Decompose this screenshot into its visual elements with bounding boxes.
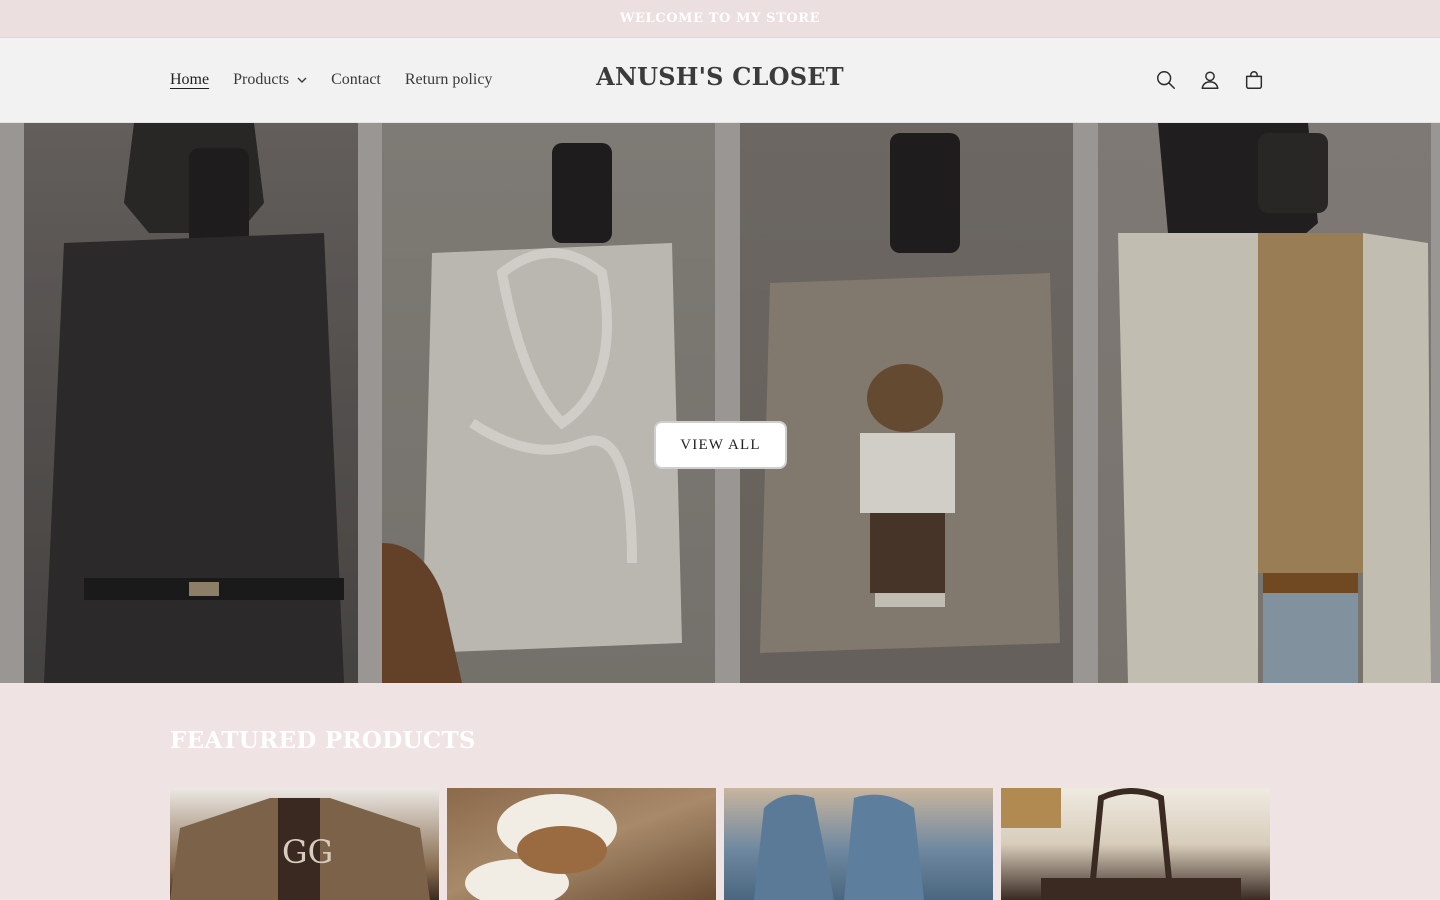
nav-contact[interactable]: Contact (331, 71, 381, 89)
nav-return-policy-label: Return policy (404, 71, 493, 88)
nav-products-label: Products (233, 71, 290, 88)
account-icon (1201, 71, 1219, 89)
main-nav: Home Products Contact Return policy (170, 38, 516, 122)
chevron-down-icon (297, 77, 307, 83)
nav-contact-label: Contact (331, 71, 381, 88)
header-icons (1138, 64, 1270, 96)
featured-products-title: FEATURED PRODUCTS (170, 727, 476, 754)
hero-banner (0, 123, 1440, 683)
product-image: GG (170, 798, 430, 900)
product-card-brown-handbag[interactable] (1001, 788, 1270, 900)
cart-icon (1245, 71, 1263, 89)
product-card-brown-cardigan[interactable]: GG (170, 788, 439, 900)
nav-home[interactable]: Home (170, 71, 209, 89)
svg-text:GG: GG (282, 833, 333, 871)
search-button[interactable] (1150, 64, 1182, 96)
announcement-bar: WELCOME TO MY STORE (0, 0, 1440, 38)
search-icon (1157, 71, 1175, 89)
product-image (465, 794, 617, 900)
product-image (754, 794, 924, 900)
product-card-blue-loafers[interactable] (724, 788, 993, 900)
store-logo[interactable]: ANUSH'S CLOSET (596, 62, 844, 91)
product-image (1001, 788, 1241, 900)
featured-products-grid: GG (170, 788, 1270, 900)
view-all-button[interactable]: VIEW ALL (654, 421, 787, 469)
announcement-text: WELCOME TO MY STORE (619, 11, 821, 26)
nav-home-label: Home (170, 71, 210, 88)
account-button[interactable] (1194, 64, 1226, 96)
nav-products[interactable]: Products (233, 71, 307, 89)
site-header: Home Products Contact Return policy ANUS… (0, 38, 1440, 123)
cart-button[interactable] (1238, 64, 1270, 96)
hero-overlay (0, 123, 1440, 683)
product-card-shearling-slippers[interactable] (447, 788, 716, 900)
nav-return-policy[interactable]: Return policy (405, 71, 493, 89)
